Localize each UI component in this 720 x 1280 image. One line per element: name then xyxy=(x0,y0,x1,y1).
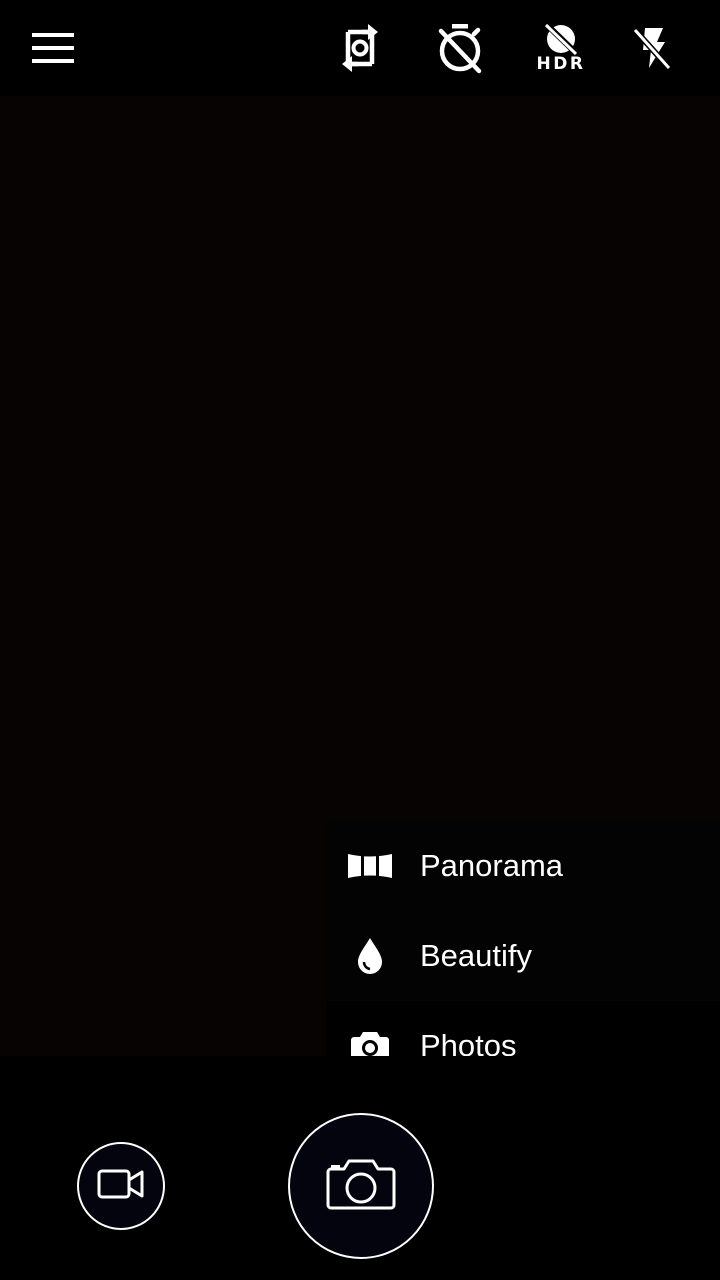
video-mode-button[interactable] xyxy=(77,1142,165,1230)
menu-button[interactable] xyxy=(14,0,94,96)
water-drop-icon xyxy=(346,911,394,1001)
flash-button[interactable] xyxy=(612,0,692,96)
mode-item-beautify[interactable]: Beautify xyxy=(326,911,720,1001)
flash-off-icon xyxy=(629,24,675,72)
mode-label-panorama: Panorama xyxy=(420,848,564,883)
panorama-icon xyxy=(346,821,394,911)
timer-button[interactable] xyxy=(420,0,500,96)
hdr-off-icon xyxy=(541,23,581,55)
camera-screen: HDR Panorama Beautify Photos xyxy=(0,0,720,1280)
mode-label-beautify: Beautify xyxy=(420,938,533,973)
switch-camera-icon xyxy=(334,20,386,76)
hdr-button[interactable]: HDR xyxy=(521,0,601,96)
camera-outline-icon xyxy=(325,1157,397,1215)
mode-item-panorama[interactable]: Panorama xyxy=(326,821,720,911)
hamburger-menu-icon xyxy=(32,31,76,65)
top-toolbar: HDR xyxy=(0,0,720,96)
timer-off-icon xyxy=(436,22,484,74)
hdr-label: HDR xyxy=(536,54,586,74)
video-camera-icon xyxy=(97,1169,145,1203)
switch-camera-button[interactable] xyxy=(320,0,400,96)
shutter-button[interactable] xyxy=(288,1113,434,1259)
hdr-toggle: HDR xyxy=(537,23,586,73)
